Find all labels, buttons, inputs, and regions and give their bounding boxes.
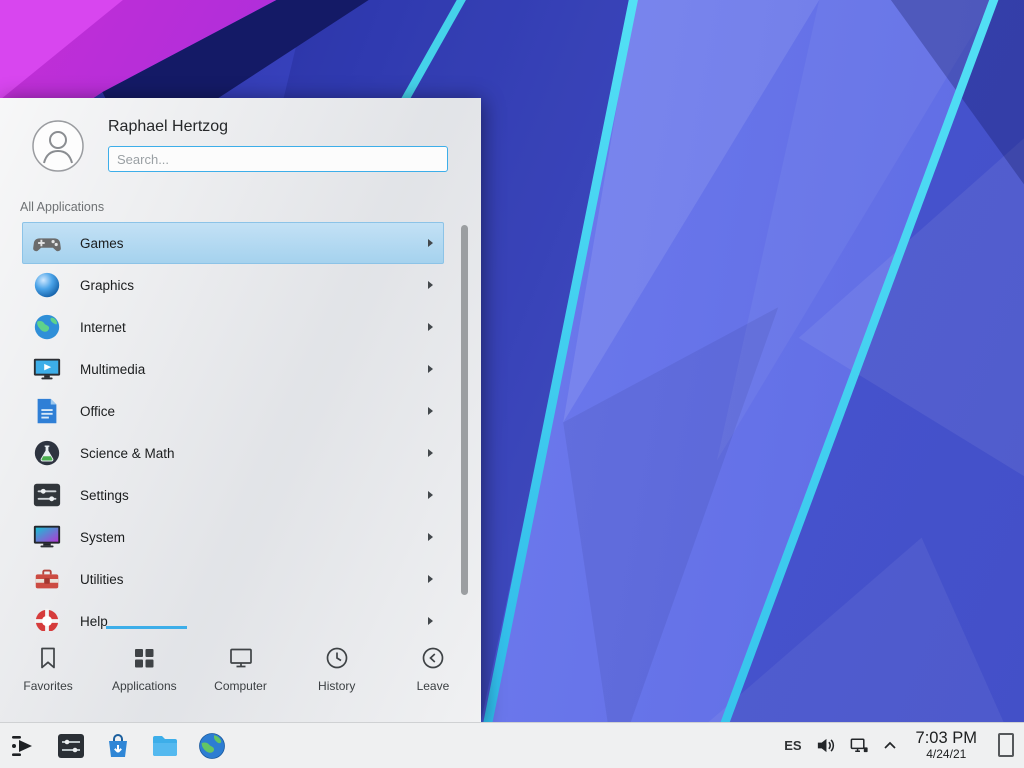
clock-time: 7:03 PM: [916, 729, 977, 748]
tab-label: History: [318, 679, 355, 693]
application-category-list: Games Graphics: [0, 222, 481, 631]
desktop: Raphael Hertzog All Applications Games: [0, 0, 1024, 768]
tab-label: Computer: [214, 679, 267, 693]
app-grid-icon: [131, 645, 157, 671]
tab-favorites[interactable]: Favorites: [0, 631, 96, 722]
office-document-icon: [32, 396, 62, 426]
user-avatar[interactable]: [32, 120, 84, 172]
user-name: Raphael Hertzog: [108, 118, 228, 136]
menu-item-label: Internet: [80, 320, 428, 335]
help-lifering-icon: [32, 606, 62, 631]
submenu-arrow-icon: [428, 323, 433, 331]
history-clock-icon: [324, 645, 350, 671]
tab-computer[interactable]: Computer: [192, 631, 288, 722]
menu-item-science-math[interactable]: Science & Math: [22, 432, 444, 474]
multimedia-monitor-icon: [32, 354, 62, 384]
system-monitor-icon: [32, 522, 62, 552]
web-browser-icon[interactable]: [197, 731, 227, 761]
volume-icon[interactable]: [815, 735, 836, 756]
terminal-icon[interactable]: [56, 731, 86, 761]
computer-icon: [228, 645, 254, 671]
submenu-arrow-icon: [428, 617, 433, 625]
submenu-arrow-icon: [428, 407, 433, 415]
menu-item-internet[interactable]: Internet: [22, 306, 444, 348]
menu-item-office[interactable]: Office: [22, 390, 444, 432]
list-scrollbar[interactable]: [461, 225, 468, 595]
show-desktop-button[interactable]: [998, 733, 1014, 757]
network-icon[interactable]: [849, 735, 870, 756]
menu-item-graphics[interactable]: Graphics: [22, 264, 444, 306]
tab-applications[interactable]: Applications: [96, 631, 192, 722]
digital-clock[interactable]: 7:03 PM 4/24/21: [916, 729, 977, 762]
menu-item-label: Multimedia: [80, 362, 428, 377]
menu-item-label: Settings: [80, 488, 428, 503]
gamepad-icon: [32, 228, 62, 258]
clock-date: 4/24/21: [916, 748, 977, 762]
discover-icon[interactable]: [103, 731, 133, 761]
submenu-arrow-icon: [428, 281, 433, 289]
folder-icon[interactable]: [150, 731, 180, 761]
menu-item-label: System: [80, 530, 428, 545]
taskbar: ES 7:03 PM: [0, 722, 1024, 768]
globe-icon: [32, 312, 62, 342]
keyboard-layout-indicator[interactable]: ES: [784, 738, 801, 753]
submenu-arrow-icon: [428, 239, 433, 247]
start-menu-icon: [9, 731, 39, 761]
submenu-arrow-icon: [428, 575, 433, 583]
menu-item-help[interactable]: Help: [22, 600, 444, 631]
science-flask-icon: [32, 438, 62, 468]
menu-item-utilities[interactable]: Utilities: [22, 558, 444, 600]
app-launcher-button[interactable]: [9, 731, 39, 761]
menu-item-multimedia[interactable]: Multimedia: [22, 348, 444, 390]
tab-label: Applications: [112, 679, 177, 693]
submenu-arrow-icon: [428, 533, 433, 541]
application-launcher-popup: Raphael Hertzog All Applications Games: [0, 98, 481, 722]
toolbox-icon: [32, 564, 62, 594]
submenu-arrow-icon: [428, 491, 433, 499]
menu-item-label: Office: [80, 404, 428, 419]
taskbar-launchers: [0, 731, 227, 761]
leave-icon: [420, 645, 446, 671]
menu-item-system[interactable]: System: [22, 516, 444, 558]
menu-item-settings[interactable]: Settings: [22, 474, 444, 516]
section-label: All Applications: [20, 200, 104, 214]
tab-leave[interactable]: Leave: [385, 631, 481, 722]
menu-item-label: Graphics: [80, 278, 428, 293]
tab-history[interactable]: History: [289, 631, 385, 722]
settings-sliders-icon: [32, 480, 62, 510]
system-tray: ES 7:03 PM: [784, 729, 1024, 762]
submenu-arrow-icon: [428, 365, 433, 373]
submenu-arrow-icon: [428, 449, 433, 457]
expand-tray-arrow-icon[interactable]: [883, 740, 897, 750]
tab-label: Leave: [417, 679, 450, 693]
bookmark-icon: [35, 645, 61, 671]
menu-item-games[interactable]: Games: [22, 222, 444, 264]
active-tab-indicator: [106, 626, 187, 629]
menu-item-label: Utilities: [80, 572, 428, 587]
search-input[interactable]: [108, 146, 448, 172]
menu-item-label: Science & Math: [80, 446, 428, 461]
menu-item-label: Games: [80, 236, 428, 251]
tab-label: Favorites: [23, 679, 72, 693]
graphics-orb-icon: [32, 270, 62, 300]
launcher-tab-bar: Favorites Applications: [0, 631, 481, 722]
